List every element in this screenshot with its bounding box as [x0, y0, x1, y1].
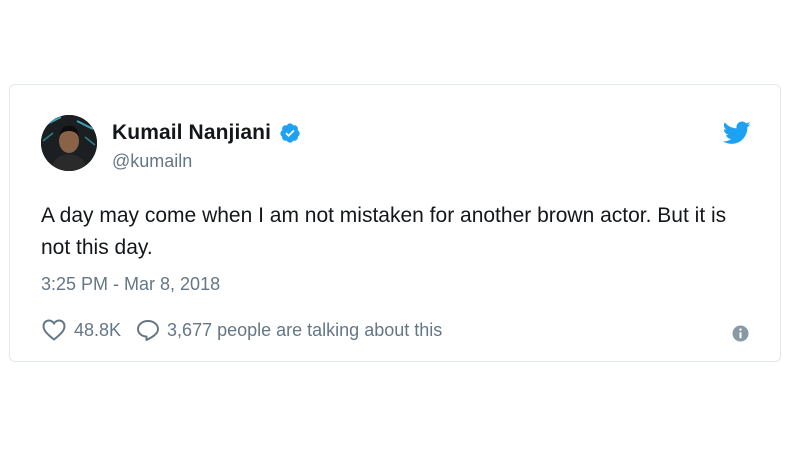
heart-icon[interactable] [41, 318, 67, 342]
display-name[interactable]: Kumail Nanjiani [112, 121, 271, 145]
tweet-card: Kumail Nanjiani @kumailn A day may come … [9, 84, 781, 362]
like-count[interactable]: 48.8K [74, 320, 121, 341]
display-name-row: Kumail Nanjiani [112, 119, 301, 147]
avatar[interactable] [41, 115, 97, 171]
twitter-bird-icon[interactable] [722, 121, 751, 145]
verified-badge-icon [279, 122, 301, 144]
tweet-timestamp[interactable]: 3:25 PM - Mar 8, 2018 [41, 274, 220, 295]
info-icon[interactable] [732, 325, 749, 342]
comment-bubble-icon[interactable] [135, 318, 161, 342]
tweet-actions: 48.8K 3,677 people are talking about thi… [41, 317, 442, 343]
talking-about-link[interactable]: 3,677 people are talking about this [167, 320, 442, 341]
handle[interactable]: @kumailn [112, 151, 192, 172]
avatar-photo [41, 115, 97, 171]
tweet-text: A day may come when I am not mistaken fo… [41, 204, 727, 259]
